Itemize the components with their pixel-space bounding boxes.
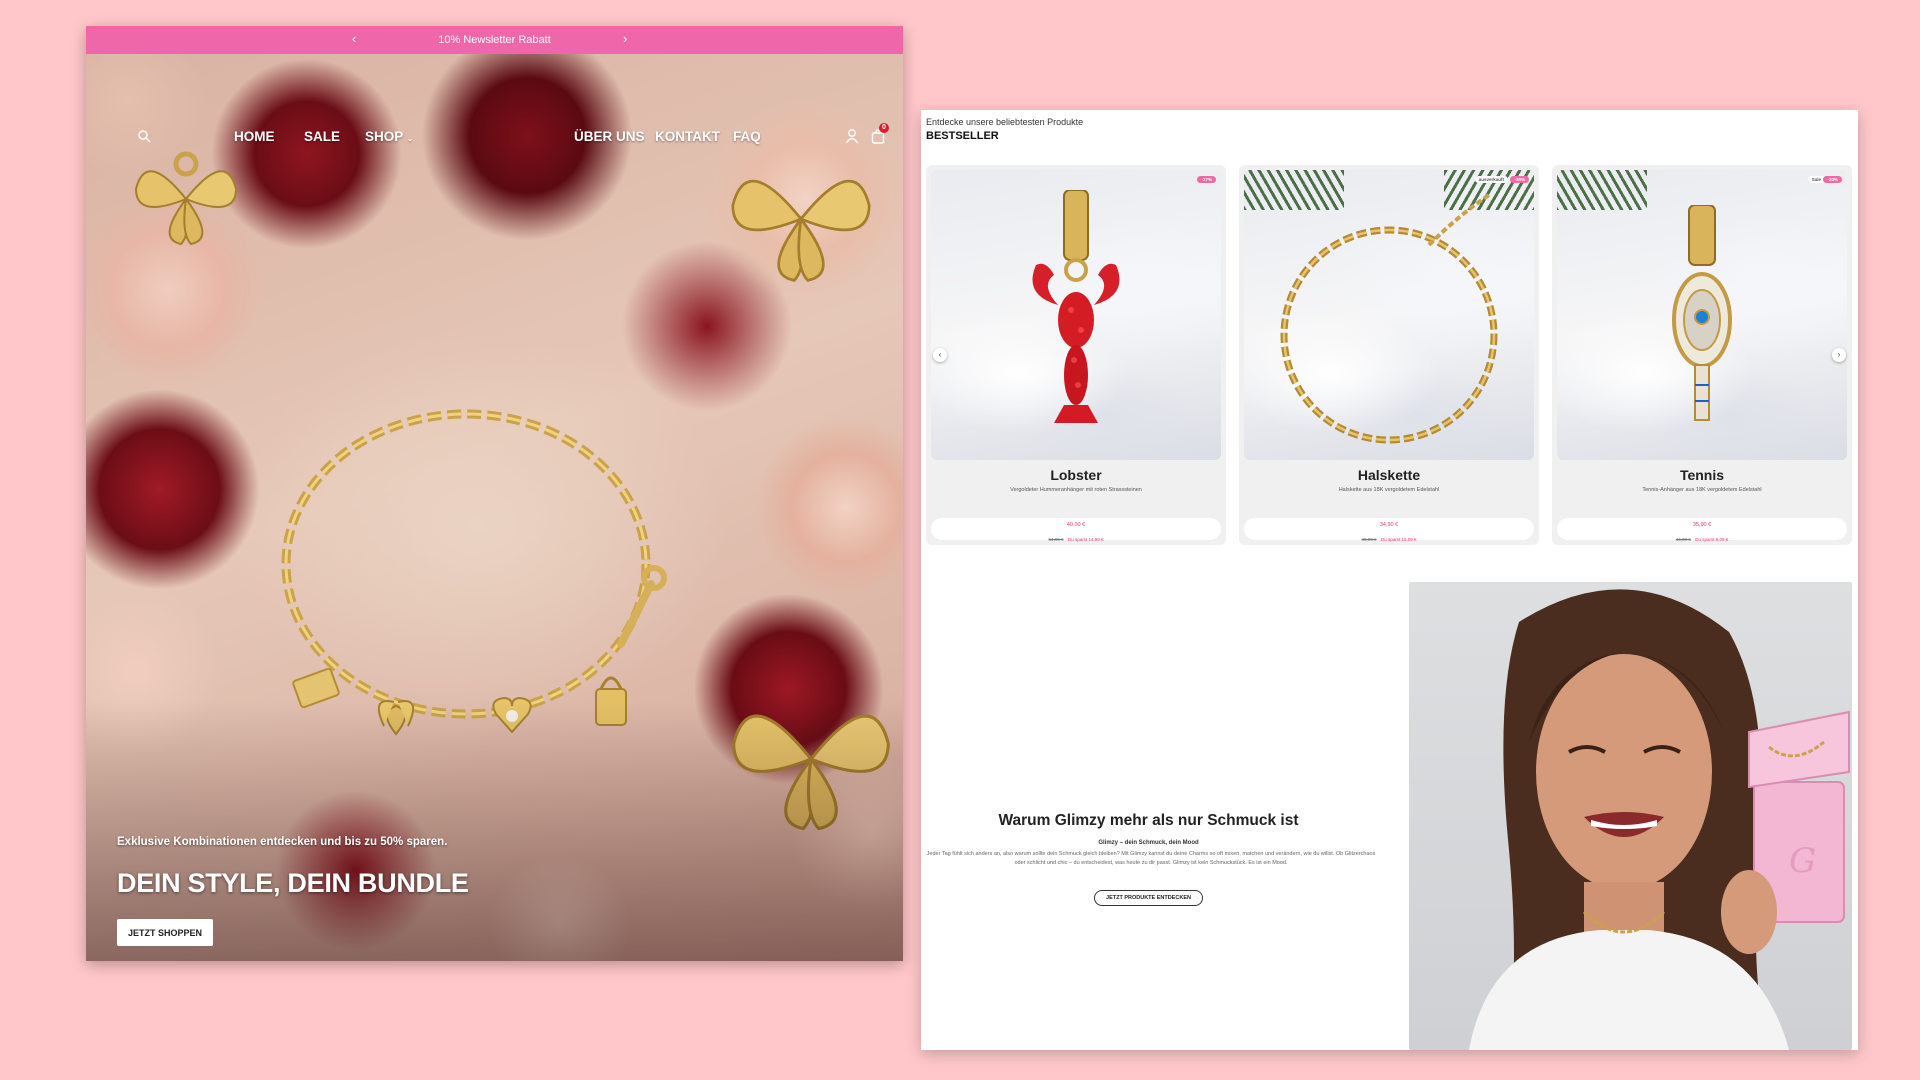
product-description: Tennis-Anhänger aus 18K vergoldetem Edel… [1642, 487, 1762, 493]
product-card-lobster[interactable]: -27% Lobster Vergoldeter Hummeranhänger … [926, 165, 1226, 545]
discount-badge: -27% [1197, 176, 1216, 183]
why-section-body: Jeder Tag fühlt sich anders an, also war… [926, 851, 1376, 866]
product-price-box[interactable]: 35,90 € 44,99 € Du sparst 9,09 € [1557, 518, 1847, 542]
user-icon[interactable] [845, 128, 859, 144]
hero-page-window: ‹ 10% Newsletter Rabatt › HOME SALE SHOP… [86, 26, 903, 961]
product-card-tennis[interactable]: Sale -20% Tennis Tennis-Anhänger aus 18K… [1552, 165, 1852, 545]
chevron-left-icon: ‹ [938, 350, 942, 359]
butterfly-charm-illustration [134, 151, 238, 246]
nav-contact[interactable]: KONTAKT [655, 129, 720, 144]
product-old-price: 49,99 € [1361, 537, 1377, 542]
shop-now-button[interactable]: JETZT SHOPPEN [117, 919, 213, 946]
svg-text:G: G [1789, 841, 1816, 881]
product-savings: Du sparst 14,99 € [1067, 537, 1104, 542]
nav-about[interactable]: ÜBER UNS [574, 129, 645, 144]
butterfly-charm-illustration [731, 179, 871, 282]
chevron-right-icon: › [1837, 350, 1841, 359]
chevron-down-icon: ⌄ [406, 134, 414, 143]
status-badge: Sale [1807, 176, 1825, 183]
hero-title: DEIN STYLE, DEIN BUNDLE [117, 868, 469, 898]
product-savings: Du sparst 15,09 € [1380, 537, 1417, 542]
bestseller-title: BESTSELLER [926, 130, 999, 142]
discount-badge: -30% [1510, 176, 1529, 183]
product-price: 40,00 € [1066, 522, 1086, 528]
product-old-price: 44,99 € [1675, 537, 1691, 542]
nav-home[interactable]: HOME [234, 129, 275, 144]
announcement-text: 10% Newsletter Rabatt [438, 34, 551, 46]
product-image-halskette[interactable]: ausverkauft -30% [1244, 170, 1534, 460]
main-nav: HOME SALE SHOP ⌄ ÜBER UNS KONTAKT FAQ 0 [86, 121, 903, 151]
product-description: Halskette aus 18K vergoldetem Edelstahl [1338, 487, 1440, 493]
model-photo: G [1409, 582, 1852, 1050]
discount-badge: -20% [1823, 176, 1842, 183]
shop-page-window: Entdecke unsere beliebtesten Produkte BE… [921, 110, 1858, 1050]
announcement-bar: ‹ 10% Newsletter Rabatt › [86, 26, 903, 54]
chevron-right-icon[interactable]: › [623, 31, 627, 46]
why-section-title: Warum Glimzy mehr als nur Schmuck ist [998, 812, 1299, 829]
nav-shop-label: SHOP [365, 129, 404, 144]
nav-sale[interactable]: SALE [304, 129, 340, 144]
nav-shop[interactable]: SHOP ⌄ [365, 129, 413, 144]
tennis-pendant-illustration [1672, 205, 1732, 421]
search-icon[interactable] [137, 129, 151, 143]
product-name[interactable]: Tennis [1552, 467, 1852, 483]
product-price: 34,90 € [1379, 522, 1399, 528]
product-savings: Du sparst 9,09 € [1695, 537, 1729, 542]
carousel-prev-button[interactable]: ‹ [933, 348, 947, 362]
cart-count-badge: 0 [879, 123, 889, 133]
product-price-box[interactable]: 34,90 € 49,99 € Du sparst 15,09 € [1244, 518, 1534, 542]
chevron-left-icon[interactable]: ‹ [352, 31, 356, 46]
product-image-lobster[interactable]: -27% [931, 170, 1221, 460]
product-card-halskette[interactable]: ausverkauft -30% Halskette Halskette aus… [1239, 165, 1539, 545]
product-old-price: 54,99 € [1048, 537, 1064, 542]
bestseller-kicker: Entdecke unsere beliebtesten Produkte [926, 117, 1084, 127]
pine-branch-decoration [1557, 170, 1647, 210]
carousel-next-button[interactable]: › [1832, 348, 1846, 362]
hero-subtitle: Exklusive Kombinationen entdecken und bi… [117, 836, 448, 848]
lobster-pendant-illustration [1032, 190, 1120, 423]
product-name[interactable]: Halskette [1239, 467, 1539, 483]
product-name[interactable]: Lobster [926, 467, 1226, 483]
product-description: Vergoldeter Hummeranhänger mit roten Str… [1010, 487, 1142, 493]
nav-faq[interactable]: FAQ [733, 129, 761, 144]
cart-button[interactable]: 0 [871, 123, 889, 144]
product-image-tennis[interactable]: Sale -20% [1557, 170, 1847, 460]
product-price-box[interactable]: 40,00 € 54,99 € Du sparst 14,99 € [931, 518, 1221, 542]
discover-products-button[interactable]: JETZT PRODUKTE ENTDECKEN [1094, 890, 1203, 906]
hero-image [86, 54, 903, 961]
why-section-subtitle: Glimzy – dein Schmuck, dein Mood [1098, 840, 1199, 846]
product-price: 35,90 € [1692, 522, 1712, 528]
model-illustration: G [1469, 589, 1850, 1050]
necklace-illustration [1280, 193, 1498, 444]
status-badge: ausverkauft [1474, 176, 1508, 183]
